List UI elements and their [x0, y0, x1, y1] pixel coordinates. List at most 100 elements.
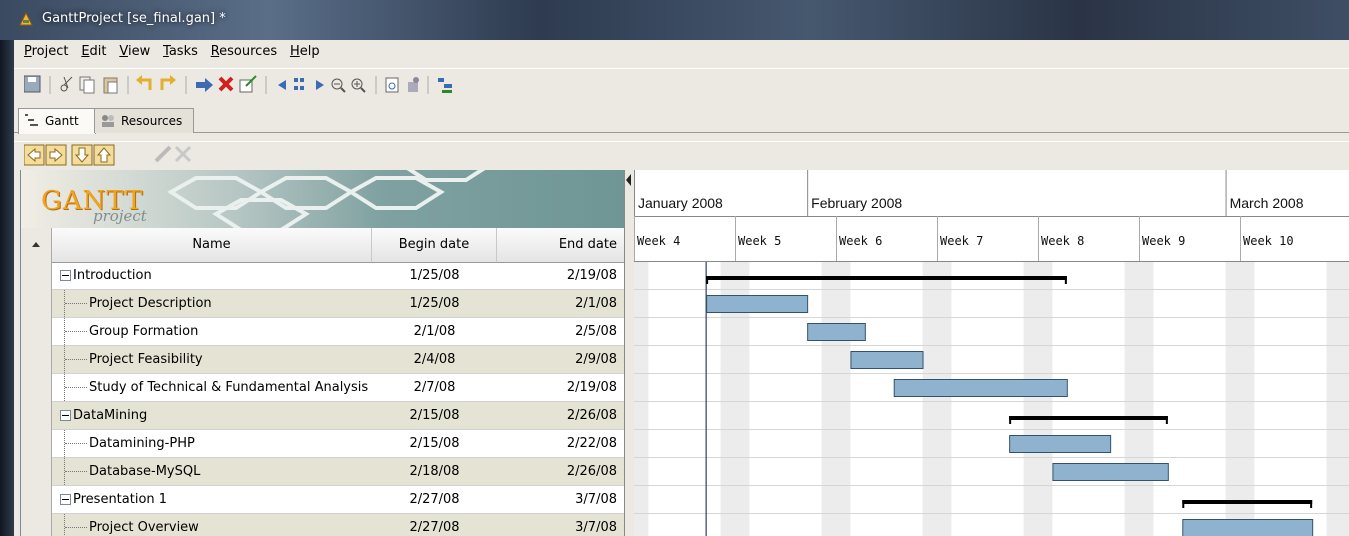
redo-icon[interactable] [160, 75, 176, 90]
table-row[interactable]: Introduction 1/25/08 2/19/08 [52, 262, 625, 290]
end-date-cell[interactable]: 3/7/08 [497, 514, 625, 536]
tree-line-icon [64, 374, 87, 401]
scroll-left-icon[interactable] [278, 80, 286, 90]
end-date-header-label: End date [558, 237, 617, 252]
column-header-begin-date[interactable]: Begin date [372, 228, 497, 263]
summary-task-bar[interactable] [1009, 416, 1168, 420]
logo-sub: project [93, 207, 147, 225]
end-date-cell[interactable]: 2/26/08 [497, 458, 625, 485]
menu-help[interactable]: Help [290, 44, 320, 59]
properties-icon[interactable] [239, 75, 257, 93]
task-name-cell[interactable]: Datamining-PHP [52, 430, 372, 457]
task-bar[interactable] [1009, 435, 1112, 453]
cut-icon[interactable] [60, 76, 73, 92]
tree-line-icon [64, 290, 87, 317]
move-up-icon[interactable] [93, 144, 115, 166]
begin-date-cell[interactable]: 1/25/08 [372, 262, 497, 289]
begin-date-cell[interactable]: 2/27/08 [372, 486, 497, 513]
unlink-icon[interactable] [174, 145, 192, 163]
title-bar[interactable]: GanttProject [se_final.gan] * [0, 0, 1349, 40]
begin-date-cell[interactable]: 2/18/08 [372, 458, 497, 485]
end-date-cell[interactable]: 2/22/08 [497, 430, 625, 457]
begin-date-cell[interactable]: 2/15/08 [372, 402, 497, 429]
task-bar[interactable] [1052, 463, 1169, 481]
week-label: Week 10 [1243, 234, 1294, 248]
task-name-cell[interactable]: DataMining [52, 402, 372, 429]
column-header-end-date[interactable]: End date [497, 228, 626, 263]
menu-view[interactable]: View [119, 44, 150, 59]
table-row[interactable]: Project Description 1/25/08 2/1/08 [52, 290, 625, 318]
gantt-chart: January 2008 February 2008 March 2008 Week … [634, 170, 1349, 536]
end-date-cell[interactable]: 2/5/08 [497, 318, 625, 345]
table-row[interactable]: Datamining-PHP 2/15/08 2/22/08 [52, 430, 625, 458]
menu-project[interactable]: Project [24, 44, 69, 59]
resource-assign-icon[interactable] [408, 77, 419, 92]
outdent-icon[interactable] [24, 144, 45, 166]
summary-task-bar[interactable] [706, 276, 1067, 280]
weekend-column [922, 262, 937, 536]
save-icon[interactable] [24, 75, 41, 93]
end-date-cell[interactable]: 3/7/08 [497, 486, 625, 513]
tab-gantt[interactable]: Gantt [18, 108, 96, 134]
end-date-cell[interactable]: 2/26/08 [497, 402, 625, 429]
collapse-arrow-icon[interactable] [626, 174, 632, 186]
task-name-cell[interactable]: Study of Technical & Fundamental Analysi… [52, 374, 372, 401]
task-name-cell[interactable]: Group Formation [52, 318, 372, 345]
link-icon[interactable] [154, 145, 172, 163]
begin-date-cell[interactable]: 2/4/08 [372, 346, 497, 373]
end-date-value: 3/7/08 [575, 520, 617, 535]
print-preview-icon[interactable] [385, 77, 399, 93]
table-row[interactable]: Presentation 1 2/27/08 3/7/08 [52, 486, 625, 514]
window-frame [0, 40, 14, 536]
menu-edit[interactable]: Edit [81, 44, 106, 59]
scroll-right-icon[interactable] [316, 80, 324, 90]
collapse-toggle-icon[interactable] [60, 494, 71, 505]
weekend-column [1341, 262, 1349, 536]
table-row[interactable]: DataMining 2/15/08 2/26/08 [52, 402, 625, 430]
menu-resources[interactable]: Resources [211, 44, 277, 59]
begin-date-cell[interactable]: 1/25/08 [372, 290, 497, 317]
move-down-icon[interactable] [71, 144, 93, 166]
task-name-cell[interactable]: Project Description [52, 290, 372, 317]
begin-date-cell[interactable]: 2/27/08 [372, 514, 497, 536]
menu-tasks[interactable]: Tasks [163, 44, 198, 59]
table-row[interactable]: Database-MySQL 2/18/08 2/26/08 [52, 458, 625, 486]
tab-resources[interactable]: Resources [94, 108, 194, 133]
task-name-cell[interactable]: Project Overview [52, 514, 372, 536]
begin-date-cell[interactable]: 2/15/08 [372, 430, 497, 457]
collapse-toggle-icon[interactable] [60, 410, 71, 421]
task-bar[interactable] [706, 295, 809, 313]
critical-path-icon[interactable] [438, 78, 452, 93]
copy-icon[interactable] [79, 76, 95, 94]
table-row[interactable]: Group Formation 2/1/08 2/5/08 [52, 318, 625, 346]
task-name-cell[interactable]: Project Feasibility [52, 346, 372, 373]
begin-date-cell[interactable]: 2/1/08 [372, 318, 497, 345]
paste-icon[interactable] [103, 77, 118, 94]
table-row[interactable]: Study of Technical & Fundamental Analysi… [52, 374, 625, 402]
collapse-toggle-icon[interactable] [60, 270, 71, 281]
end-date-cell[interactable]: 2/1/08 [497, 290, 625, 317]
task-name-cell[interactable]: Presentation 1 [52, 486, 372, 513]
undo-icon[interactable] [136, 75, 152, 90]
end-date-cell[interactable]: 2/19/08 [497, 374, 625, 401]
begin-date-cell[interactable]: 2/7/08 [372, 374, 497, 401]
task-bar[interactable] [893, 379, 1068, 397]
summary-task-bar[interactable] [1182, 500, 1313, 504]
task-bar[interactable] [807, 323, 866, 341]
task-name-cell[interactable]: Database-MySQL [52, 458, 372, 485]
end-date-cell[interactable]: 2/9/08 [497, 346, 625, 373]
column-header-name[interactable]: Name [52, 228, 372, 263]
end-date-cell[interactable]: 2/19/08 [497, 262, 625, 289]
center-icon[interactable] [294, 78, 304, 90]
scroll-up-button[interactable] [21, 228, 52, 263]
table-row[interactable]: Project Feasibility 2/4/08 2/9/08 [52, 346, 625, 374]
indent-icon[interactable] [45, 144, 67, 166]
new-task-icon[interactable] [196, 78, 213, 92]
task-bar[interactable] [850, 351, 924, 369]
zoom-out-icon[interactable] [331, 78, 346, 93]
table-row[interactable]: Project Overview 2/27/08 3/7/08 [52, 514, 625, 536]
task-name-cell[interactable]: Introduction [52, 262, 372, 289]
zoom-in-icon[interactable] [351, 78, 366, 93]
delete-icon[interactable] [218, 76, 234, 92]
task-bar[interactable] [1182, 519, 1314, 536]
